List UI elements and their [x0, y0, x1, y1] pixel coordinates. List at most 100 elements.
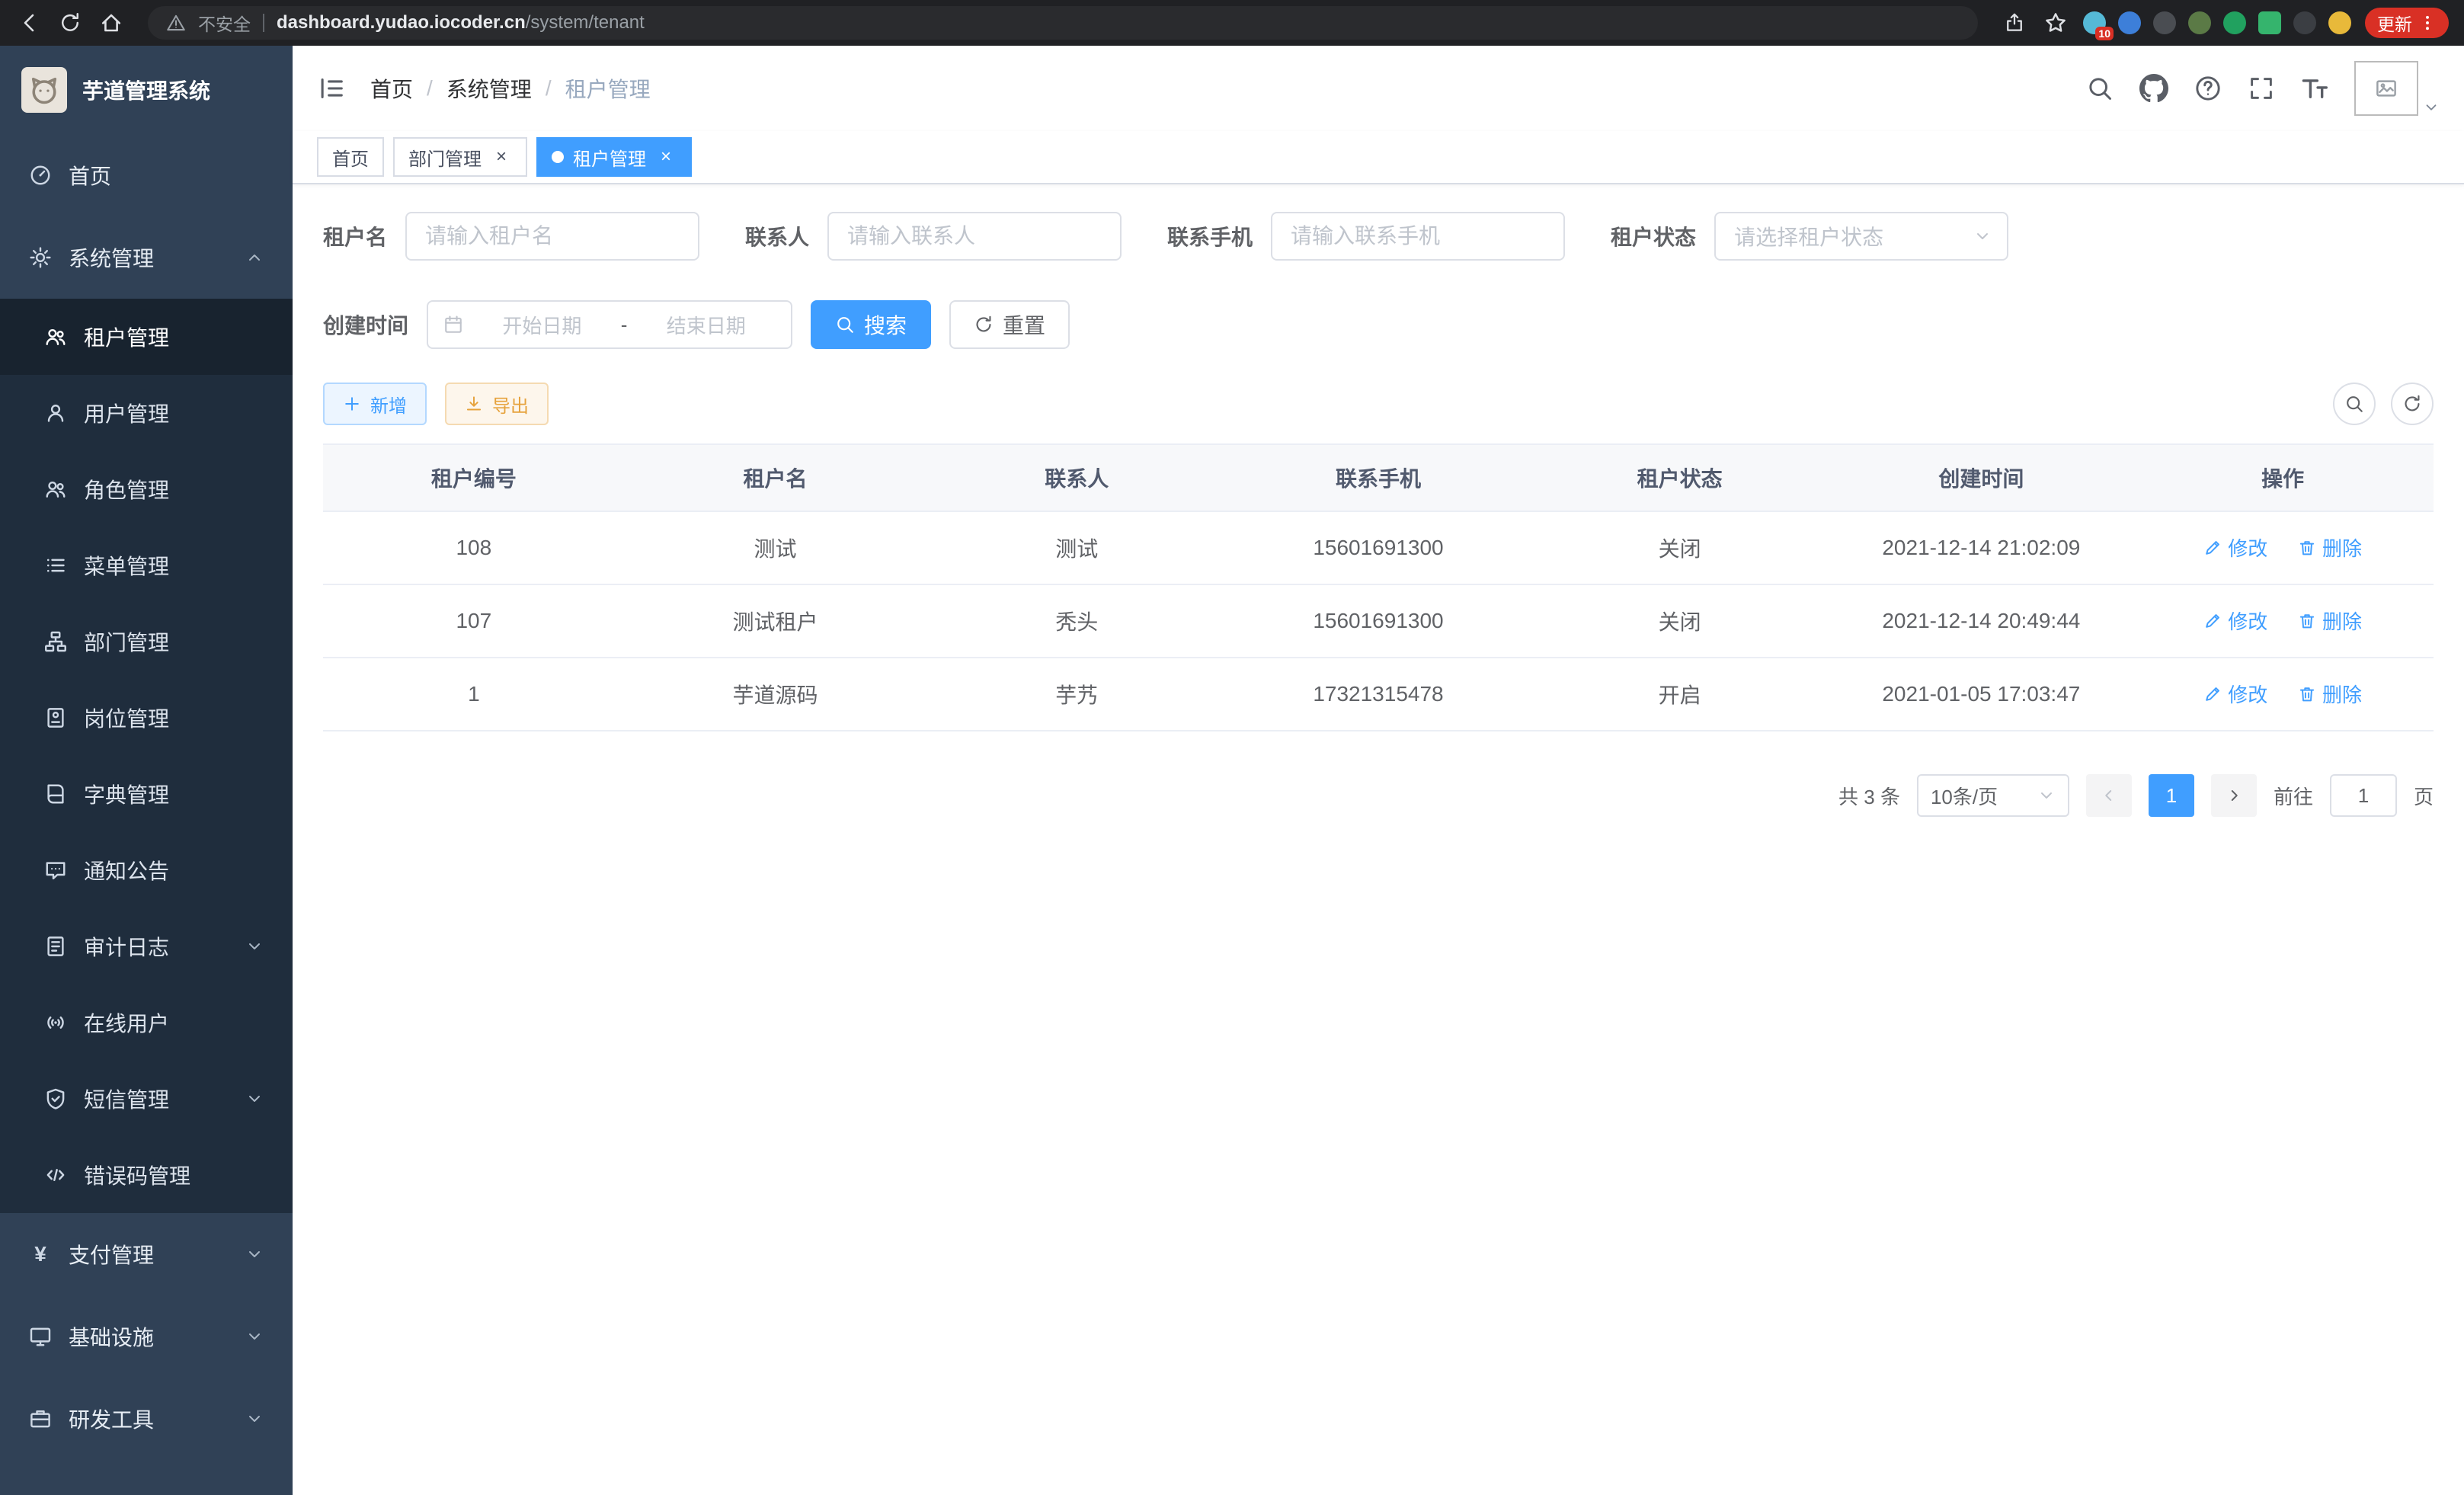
- tag-tenant[interactable]: 租户管理: [536, 137, 692, 177]
- browser-reload-button[interactable]: [56, 9, 84, 37]
- reset-button-label: 重置: [1003, 309, 1045, 340]
- search-button[interactable]: 搜索: [811, 300, 931, 349]
- close-icon[interactable]: [491, 146, 512, 168]
- delete-link-label: 删除: [2322, 607, 2362, 635]
- font-size-icon[interactable]: [2301, 75, 2328, 102]
- sidebar-item-tenant[interactable]: 租户管理: [0, 299, 293, 375]
- tag-home[interactable]: 首页: [317, 137, 384, 177]
- column-header: 创建时间: [1831, 444, 2133, 511]
- sidebar-item-label: 审计日志: [84, 931, 169, 962]
- help-icon[interactable]: [2194, 75, 2222, 102]
- broken-image-icon: [2375, 77, 2398, 100]
- date-range-picker[interactable]: 开始日期 - 结束日期: [427, 300, 792, 349]
- github-icon[interactable]: [2139, 74, 2168, 103]
- browser-update-button[interactable]: 更新: [2365, 8, 2449, 38]
- delete-link[interactable]: 删除: [2298, 533, 2362, 562]
- edit-link[interactable]: 修改: [2203, 533, 2267, 562]
- cell-tenant-name: 测试: [625, 511, 926, 584]
- browser-menu-icon[interactable]: [2418, 14, 2437, 32]
- export-button[interactable]: 导出: [445, 383, 549, 425]
- toolbox-icon: [29, 1407, 52, 1430]
- breadcrumb-system[interactable]: 系统管理: [446, 73, 532, 104]
- breadcrumb-separator: [427, 76, 433, 101]
- edit-link[interactable]: 修改: [2203, 680, 2267, 708]
- extension-icon[interactable]: [2328, 11, 2351, 34]
- chevron-down-icon: [245, 1090, 264, 1108]
- next-page-button[interactable]: [2211, 774, 2257, 817]
- browser-home-button[interactable]: [98, 9, 125, 37]
- content-area: 首页 系统管理 租户管理: [293, 46, 2464, 1495]
- avatar[interactable]: [2354, 61, 2418, 116]
- tag-dept[interactable]: 部门管理: [393, 137, 527, 177]
- sidebar-item-online-user[interactable]: 在线用户: [0, 984, 293, 1061]
- browser-back-button[interactable]: [15, 9, 43, 37]
- extension-icon[interactable]: [2188, 11, 2211, 34]
- sidebar-item-payment[interactable]: 支付管理: [0, 1213, 293, 1295]
- system-submenu: 租户管理 用户管理 角色管理 菜单管理 部门管理: [0, 299, 293, 1213]
- extension-icon[interactable]: 10: [2083, 11, 2106, 34]
- bookmark-star-button[interactable]: [2042, 9, 2069, 37]
- cell-status: 开启: [1529, 658, 1831, 731]
- goto-page-input[interactable]: [2330, 774, 2397, 817]
- column-header: 租户状态: [1529, 444, 1831, 511]
- page-number-1[interactable]: 1: [2149, 774, 2194, 817]
- address-bar[interactable]: 不安全 dashboard.yudao.iocoder.cn/system/te…: [148, 6, 1978, 40]
- sidebar-item-system[interactable]: 系统管理: [0, 216, 293, 299]
- sidebar-item-label: 租户管理: [84, 322, 169, 352]
- sidebar-item-label: 角色管理: [84, 474, 169, 504]
- sidebar-item-infra[interactable]: 基础设施: [0, 1295, 293, 1378]
- extension-icon[interactable]: [2293, 11, 2316, 34]
- page-url: dashboard.yudao.iocoder.cn/system/tenant: [277, 12, 645, 34]
- page-size-select[interactable]: 10条/页: [1917, 774, 2069, 817]
- sidebar-item-dict[interactable]: 字典管理: [0, 756, 293, 832]
- sidebar-item-error-code[interactable]: 错误码管理: [0, 1137, 293, 1213]
- sidebar-item-label: 支付管理: [69, 1239, 154, 1269]
- sidebar-item-home[interactable]: 首页: [0, 134, 293, 216]
- sidebar-item-label: 菜单管理: [84, 550, 169, 581]
- status-select[interactable]: 请选择租户状态: [1714, 212, 2008, 261]
- breadcrumb-home[interactable]: 首页: [370, 73, 413, 104]
- sidebar-item-devtools[interactable]: 研发工具: [0, 1378, 293, 1460]
- refresh-table-button[interactable]: [2391, 383, 2434, 425]
- toggle-search-button[interactable]: [2333, 383, 2376, 425]
- logo-image: [21, 67, 67, 113]
- sidebar-item-notice[interactable]: 通知公告: [0, 832, 293, 908]
- badge-icon: [44, 706, 67, 729]
- fullscreen-icon[interactable]: [2248, 75, 2275, 102]
- tenant-name-input[interactable]: [405, 212, 699, 261]
- breadcrumb: 首页 系统管理 租户管理: [370, 73, 651, 104]
- cell-contact: 芋艿: [926, 658, 1227, 731]
- sidebar-item-menu[interactable]: 菜单管理: [0, 527, 293, 603]
- close-icon[interactable]: [655, 146, 677, 168]
- user-avatar-menu[interactable]: [2354, 61, 2440, 116]
- edit-link[interactable]: 修改: [2203, 607, 2267, 635]
- extension-icon[interactable]: [2223, 11, 2246, 34]
- sidebar-fold-button[interactable]: [317, 74, 346, 103]
- add-button[interactable]: 新增: [323, 383, 427, 425]
- extension-icon[interactable]: [2153, 11, 2176, 34]
- pencil-icon: [2203, 612, 2222, 630]
- share-button[interactable]: [2001, 9, 2028, 37]
- screen: 不安全 dashboard.yudao.iocoder.cn/system/te…: [0, 0, 2464, 1495]
- sidebar-item-role[interactable]: 角色管理: [0, 451, 293, 527]
- contact-input[interactable]: [827, 212, 1122, 261]
- edit-link-label: 修改: [2228, 680, 2267, 708]
- sidebar-item-audit-log[interactable]: 审计日志: [0, 908, 293, 984]
- delete-link[interactable]: 删除: [2298, 607, 2362, 635]
- sidebar-item-sms[interactable]: 短信管理: [0, 1061, 293, 1137]
- prev-page-button[interactable]: [2086, 774, 2132, 817]
- phone-input[interactable]: [1271, 212, 1565, 261]
- sidebar-item-dept[interactable]: 部门管理: [0, 603, 293, 680]
- table-header-row: 租户编号 租户名 联系人 联系手机 租户状态 创建时间 操作: [323, 444, 2434, 511]
- sidebar-item-label: 字典管理: [84, 779, 169, 809]
- shield-icon: [44, 1087, 67, 1110]
- sidebar-item-user[interactable]: 用户管理: [0, 375, 293, 451]
- extension-icon[interactable]: [2118, 11, 2141, 34]
- extension-icon[interactable]: [2258, 11, 2281, 34]
- sidebar-logo[interactable]: 芋道管理系统: [0, 46, 293, 134]
- delete-link[interactable]: 删除: [2298, 680, 2362, 708]
- sidebar-item-post[interactable]: 岗位管理: [0, 680, 293, 756]
- reset-button[interactable]: 重置: [949, 300, 1070, 349]
- edit-link-label: 修改: [2228, 533, 2267, 562]
- header-search-button[interactable]: [2086, 75, 2114, 102]
